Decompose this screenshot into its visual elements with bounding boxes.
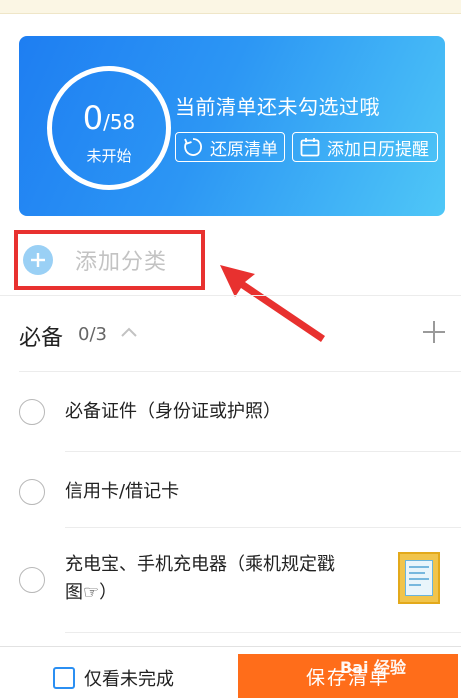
list-item-label-line: 图☞） [65,582,118,603]
progress-count: 0/58 [52,99,166,137]
progress-card: 0/58 未开始 当前清单还未勾选过哦 还原清单 添加日历提醒 [19,36,445,216]
plus-icon[interactable] [422,320,446,344]
add-calendar-reminder-label: 添加日历提醒 [327,139,429,160]
done-count: 0 [82,99,104,137]
restore-icon [184,138,202,156]
calendar-icon [300,138,320,157]
section-title: 必备 [19,326,64,351]
progress-ring: 0/58 未开始 [47,66,171,190]
checkbox-icon[interactable] [19,567,45,593]
restore-list-button[interactable]: 还原清单 [175,132,285,162]
restore-list-label: 还原清单 [210,139,278,160]
thumbnail-image [405,560,433,596]
plus-circle-icon [23,245,53,275]
progress-status: 未开始 [86,147,132,165]
top-strip [0,0,461,14]
checkbox-icon[interactable] [19,479,45,505]
watermark: Bai 经验 [340,658,407,677]
list-item-label: 信用卡/借记卡 [65,481,180,502]
chevron-up-icon[interactable] [120,326,138,338]
progress-message: 当前清单还未勾选过哦 [175,95,380,119]
annotation-arrow [220,265,325,342]
checklist-page: 0/58 未开始 当前清单还未勾选过哦 还原清单 添加日历提醒 添加分类 必备 … [0,14,461,698]
divider [65,527,461,528]
item-thumbnail[interactable] [398,552,440,604]
section-count: 0/3 [78,324,107,345]
list-item-label: 充电宝、手机充电器（乘机规定戳 图☞） [65,551,335,607]
divider [19,371,461,372]
checkbox-icon[interactable] [19,399,45,425]
divider [0,295,461,296]
list-item-label: 必备证件（身份证或护照） [65,401,281,422]
list-item-label-line: 充电宝、手机充电器（乘机规定戳 [65,554,335,575]
add-calendar-reminder-button[interactable]: 添加日历提醒 [292,132,438,162]
divider [65,632,461,633]
only-unfinished-label[interactable]: 仅看未完成 [84,665,174,691]
divider [65,451,461,452]
add-category-button[interactable]: 添加分类 [14,230,205,290]
total-count: /58 [103,110,136,134]
only-unfinished-checkbox[interactable] [53,667,75,689]
add-category-label: 添加分类 [75,250,168,275]
